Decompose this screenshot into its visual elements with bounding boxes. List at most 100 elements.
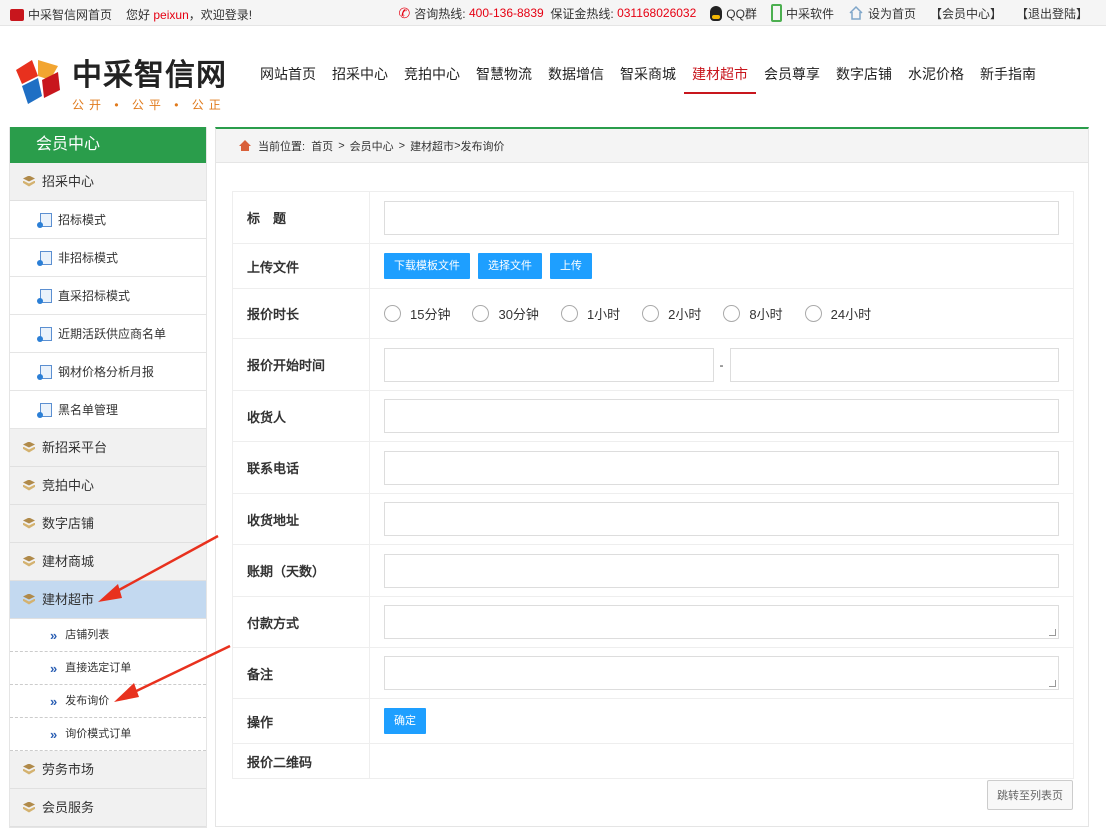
logo-name: 中采智信网 bbox=[72, 58, 227, 93]
nav-item-member[interactable]: 会员尊享 bbox=[756, 58, 828, 94]
duration-radio-2h[interactable]: 2小时 bbox=[642, 304, 701, 323]
jump-to-list-button[interactable]: 跳转至列表页 bbox=[987, 780, 1073, 810]
sidebar-item-fei-zhaobiao[interactable]: 非招标模式 bbox=[10, 239, 206, 277]
sidebar-item-publish-inquiry[interactable]: » 发布询价 bbox=[10, 685, 206, 718]
member-center-link[interactable]: 【会员中心】 bbox=[930, 5, 1002, 22]
set-home-link[interactable]: 设为首页 bbox=[848, 5, 916, 22]
sidebar-group-jingpai[interactable]: 竞拍中心 bbox=[10, 467, 206, 505]
home-icon bbox=[849, 5, 863, 20]
term-input[interactable] bbox=[384, 553, 1059, 588]
phone-icon: ✆ bbox=[398, 4, 411, 21]
radio-label: 30分钟 bbox=[498, 307, 539, 322]
sidebar-item-label: 发布询价 bbox=[65, 694, 110, 707]
nav-item-guide[interactable]: 新手指南 bbox=[972, 58, 1044, 94]
breadcrumb-jiancai-chaoshi[interactable]: 建材超市 bbox=[410, 138, 454, 154]
double-chevron-right-icon: » bbox=[50, 693, 58, 709]
set-home-text[interactable]: 设为首页 bbox=[868, 5, 916, 22]
sidebar-group-label: 建材商城 bbox=[42, 553, 95, 569]
logo-slogan: 公开 • 公平 • 公正 bbox=[72, 98, 226, 112]
form-row-term: 账期（天数） bbox=[233, 545, 1073, 597]
choose-file-button[interactable]: 选择文件 bbox=[478, 253, 542, 279]
sidebar-group-huiyuan[interactable]: 会员服务 bbox=[10, 789, 206, 827]
document-icon bbox=[37, 250, 52, 266]
sidebar-group-jiancai-chaoshi[interactable]: 建材超市 bbox=[10, 581, 206, 619]
confirm-button[interactable]: 确定 bbox=[384, 708, 426, 734]
duration-radio-24h[interactable]: 24小时 bbox=[804, 304, 871, 323]
nav-item-logistics[interactable]: 智慧物流 bbox=[468, 58, 540, 94]
qrcode-label: 报价二维码 bbox=[233, 744, 370, 778]
qq-group-text[interactable]: QQ群 bbox=[726, 5, 757, 22]
breadcrumb-member-center[interactable]: 会员中心 bbox=[350, 138, 394, 154]
hotline: ✆ 咨询热线: 400-136-8839 保证金热线: 031168026032 bbox=[399, 5, 697, 22]
form-row-upload: 上传文件 下载模板文件 选择文件 上传 bbox=[233, 244, 1073, 289]
greeting-prefix: 您好 bbox=[126, 8, 151, 22]
radio-circle[interactable] bbox=[642, 305, 660, 322]
sidebar-item-label: 近期活跃供应商名单 bbox=[58, 326, 167, 341]
nav-item-digital-shop[interactable]: 数字店铺 bbox=[828, 58, 900, 94]
sidebar-item-steel-report[interactable]: 钢材价格分析月报 bbox=[10, 353, 206, 391]
home-icon bbox=[239, 140, 251, 151]
sidebar-item-zhicai[interactable]: 直采招标模式 bbox=[10, 277, 206, 315]
radio-circle[interactable] bbox=[384, 305, 401, 322]
sidebar-group-zhaocai[interactable]: 招采中心 bbox=[10, 163, 206, 201]
breadcrumb-separator: > bbox=[398, 139, 406, 152]
sidebar-item-inquiry-orders[interactable]: » 询价模式订单 bbox=[10, 718, 206, 751]
sidebar-item-label: 黑名单管理 bbox=[58, 402, 119, 417]
qq-group-link[interactable]: QQ群 bbox=[710, 5, 757, 22]
document-icon bbox=[37, 288, 52, 304]
site-home-link[interactable]: 中采智信网首页 bbox=[10, 6, 112, 23]
receiver-input[interactable] bbox=[384, 399, 1059, 433]
radio-circle[interactable] bbox=[723, 305, 741, 322]
sidebar-group-shuzi[interactable]: 数字店铺 bbox=[10, 505, 206, 543]
sidebar-group-xinzhaocai[interactable]: 新招采平台 bbox=[10, 429, 206, 467]
phone-input[interactable] bbox=[384, 450, 1059, 485]
software-link[interactable]: 中采软件 bbox=[770, 4, 834, 22]
nav-item-credit[interactable]: 数据增信 bbox=[540, 58, 612, 94]
breadcrumb-separator: > bbox=[338, 139, 345, 152]
nav-item-jiancai-chaoshi[interactable]: 建材超市 bbox=[684, 58, 756, 94]
main-nav: 网站首页 招采中心 竞拍中心 智慧物流 数据增信 智采商城 建材超市 会员尊享 … bbox=[252, 58, 1044, 94]
remark-label: 备注 bbox=[233, 648, 370, 698]
remark-textarea[interactable] bbox=[384, 656, 1059, 690]
logout-link[interactable]: 【退出登陆】 bbox=[1016, 5, 1088, 22]
payment-textarea[interactable] bbox=[384, 605, 1059, 639]
start-time-to-input[interactable] bbox=[729, 347, 1059, 382]
site-home-link-text[interactable]: 中采智信网首页 bbox=[28, 6, 112, 23]
sidebar-group-laowu[interactable]: 劳务市场 bbox=[10, 751, 206, 789]
nav-item-zhaocai[interactable]: 招采中心 bbox=[324, 58, 396, 94]
upload-button[interactable]: 上传 bbox=[550, 253, 592, 279]
stack-icon bbox=[22, 594, 36, 606]
radio-circle[interactable] bbox=[472, 305, 490, 322]
stack-icon bbox=[22, 480, 36, 492]
breadcrumb-home[interactable]: 首页 bbox=[311, 138, 333, 154]
nav-item-jingpai[interactable]: 竞拍中心 bbox=[396, 58, 468, 94]
radio-circle[interactable] bbox=[560, 305, 578, 322]
download-template-button[interactable]: 下载模板文件 bbox=[384, 253, 470, 279]
address-label: 收货地址 bbox=[233, 494, 370, 544]
nav-item-cement-price[interactable]: 水泥价格 bbox=[900, 58, 972, 94]
deposit-label: 保证金热线: bbox=[550, 6, 614, 21]
nav-item-home[interactable]: 网站首页 bbox=[252, 58, 324, 94]
form-row-address: 收货地址 bbox=[233, 494, 1073, 545]
sidebar-group-jiancai-shangcheng[interactable]: 建材商城 bbox=[10, 543, 206, 581]
duration-radio-1h[interactable]: 1小时 bbox=[560, 304, 620, 323]
software-text[interactable]: 中采软件 bbox=[786, 5, 834, 22]
nav-item-mall[interactable]: 智采商城 bbox=[612, 58, 684, 94]
breadcrumb: 当前位置: 首页 > 会员中心 > 建材超市 > 发布询价 bbox=[216, 129, 1088, 163]
sidebar-item-direct-order[interactable]: » 直接选定订单 bbox=[10, 652, 206, 685]
sidebar-item-zhaobiao[interactable]: 招标模式 bbox=[10, 201, 206, 239]
sidebar-item-blacklist[interactable]: 黑名单管理 bbox=[10, 391, 206, 429]
form-row-phone: 联系电话 bbox=[233, 442, 1073, 494]
sidebar-item-shop-list[interactable]: » 店铺列表 bbox=[10, 619, 206, 652]
duration-radio-30min[interactable]: 30分钟 bbox=[472, 304, 539, 323]
start-time-from-input[interactable] bbox=[384, 347, 714, 382]
sidebar-item-active-suppliers[interactable]: 近期活跃供应商名单 bbox=[10, 315, 206, 353]
address-input[interactable] bbox=[384, 502, 1059, 536]
title-input[interactable] bbox=[384, 200, 1059, 235]
duration-radio-8h[interactable]: 8小时 bbox=[723, 304, 783, 323]
radio-circle[interactable] bbox=[804, 305, 822, 322]
logo[interactable]: 中采智信网 公开 • 公平 • 公正 bbox=[12, 50, 227, 113]
duration-radio-15min[interactable]: 15分钟 bbox=[384, 304, 450, 323]
qq-icon bbox=[710, 5, 723, 21]
form-row-receiver: 收货人 bbox=[233, 391, 1073, 442]
